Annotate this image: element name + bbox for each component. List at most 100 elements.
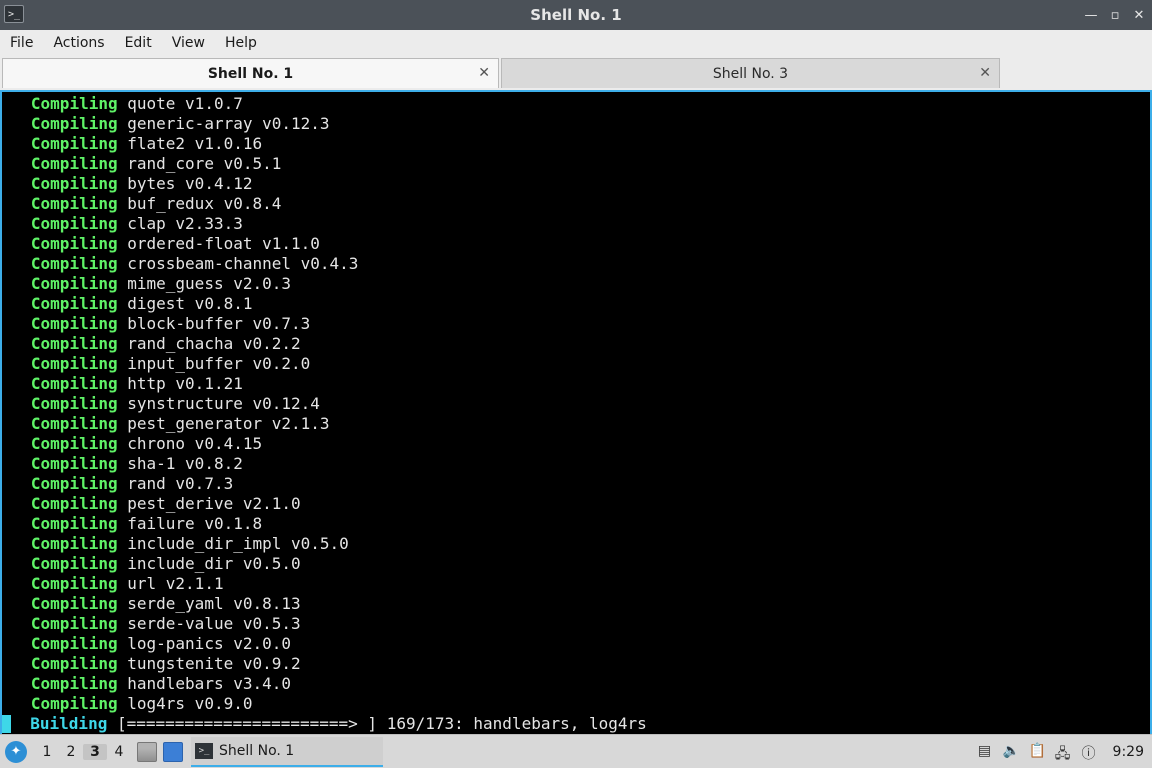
terminal-line: Compiling log4rs v0.9.0: [2, 694, 1150, 714]
compile-status: Compiling: [30, 154, 118, 173]
start-menu-icon[interactable]: ✦: [5, 740, 27, 763]
terminal-line: Compiling log-panics v2.0.0: [2, 634, 1150, 654]
crate-name: crossbeam-channel v0.4.3: [127, 254, 359, 273]
terminal-line: Compiling tungstenite v0.9.2: [2, 654, 1150, 674]
terminal-line: Compiling rand v0.7.3: [2, 474, 1150, 494]
compile-status: Compiling: [30, 334, 118, 353]
menu-actions[interactable]: Actions: [43, 35, 114, 51]
notification-icon[interactable]: ⓘ: [1081, 743, 1097, 762]
crate-name: handlebars v3.4.0: [127, 674, 292, 693]
crate-name: clap v2.33.3: [127, 214, 243, 233]
progress-bar: [=======================> ]: [116, 714, 378, 733]
terminal-line: Compiling ordered-float v1.1.0: [2, 234, 1150, 254]
task-label: Shell No. 1: [219, 742, 295, 759]
volume-icon[interactable]: 🔈: [1003, 743, 1020, 761]
terminal-app-icon[interactable]: >_: [4, 5, 24, 23]
menu-edit[interactable]: Edit: [115, 35, 162, 51]
terminal-line: Compiling bytes v0.4.12: [2, 174, 1150, 194]
terminal-line: Compiling handlebars v3.4.0: [2, 674, 1150, 694]
terminal-line: Compiling flate2 v1.0.16: [2, 134, 1150, 154]
compile-status: Compiling: [30, 394, 118, 413]
crate-name: serde_yaml v0.8.13: [127, 594, 301, 613]
crate-name: tungstenite v0.9.2: [127, 654, 301, 673]
workspace-2[interactable]: 2: [59, 744, 83, 760]
compile-status: Compiling: [30, 234, 118, 253]
minimize-icon[interactable]: —: [1084, 8, 1098, 23]
compile-status: Compiling: [30, 474, 118, 493]
terminal-line: Compiling include_dir v0.5.0: [2, 554, 1150, 574]
crate-name: url v2.1.1: [127, 574, 224, 593]
show-desktop-icon[interactable]: [163, 741, 183, 762]
compile-status: Compiling: [30, 374, 118, 393]
terminal-line: Compiling synstructure v0.12.4: [2, 394, 1150, 414]
terminal-line: Compiling mime_guess v2.0.3: [2, 274, 1150, 294]
tab-shell-3[interactable]: Shell No. 3 ✕: [501, 58, 1000, 88]
menu-bar: File Actions Edit View Help: [0, 30, 1152, 56]
crate-name: include_dir_impl v0.5.0: [127, 534, 349, 553]
tab-close-icon[interactable]: ✕: [979, 65, 991, 81]
compile-status: Compiling: [30, 294, 118, 313]
crate-name: synstructure v0.12.4: [127, 394, 320, 413]
compile-status: Compiling: [30, 354, 118, 373]
window-controls: — ▫ ✕: [1084, 0, 1146, 30]
window-title: Shell No. 1: [530, 6, 622, 24]
menu-view[interactable]: View: [162, 35, 215, 51]
network-icon[interactable]: 🖧: [1055, 743, 1071, 762]
workspace-1[interactable]: 1: [35, 744, 59, 760]
clipboard-icon[interactable]: 📋: [1029, 743, 1046, 761]
terminal-output[interactable]: Compiling quote v1.0.7 Compiling generic…: [0, 90, 1152, 734]
workspace-3[interactable]: 3: [83, 743, 107, 760]
window-titlebar: >_ Shell No. 1 — ▫ ✕: [0, 0, 1152, 30]
build-progress-line: Building [=======================> ] 169…: [2, 714, 1150, 734]
terminal-line: Compiling include_dir_impl v0.5.0: [2, 534, 1150, 554]
crate-name: pest_generator v2.1.3: [127, 414, 330, 433]
system-tray: ▤ 🔈 📋 🖧 ⓘ 9:29: [977, 743, 1152, 762]
compile-status: Compiling: [30, 454, 118, 473]
tab-bar: Shell No. 1 ✕ Shell No. 3 ✕: [0, 56, 1152, 90]
compile-status: Compiling: [30, 134, 118, 153]
terminal-line: Compiling http v0.1.21: [2, 374, 1150, 394]
terminal-line: Compiling digest v0.8.1: [2, 294, 1150, 314]
compile-status: Compiling: [30, 534, 118, 553]
workspace-4[interactable]: 4: [107, 744, 131, 760]
build-status: Building: [30, 714, 108, 733]
crate-name: include_dir v0.5.0: [127, 554, 301, 573]
terminal-line: Compiling buf_redux v0.8.4: [2, 194, 1150, 214]
terminal-line: Compiling serde_yaml v0.8.13: [2, 594, 1150, 614]
compile-status: Compiling: [30, 194, 118, 213]
crate-name: buf_redux v0.8.4: [127, 194, 282, 213]
compile-status: Compiling: [30, 274, 118, 293]
terminal-cursor: [2, 715, 11, 733]
crate-name: mime_guess v2.0.3: [127, 274, 292, 293]
crate-name: block-buffer v0.7.3: [127, 314, 311, 333]
menu-file[interactable]: File: [0, 35, 43, 51]
terminal-line: Compiling rand_chacha v0.2.2: [2, 334, 1150, 354]
compile-status: Compiling: [30, 594, 118, 613]
terminal-line: Compiling input_buffer v0.2.0: [2, 354, 1150, 374]
clock[interactable]: 9:29: [1113, 744, 1144, 760]
crate-name: rand v0.7.3: [127, 474, 234, 493]
terminal-line: Compiling pest_derive v2.1.0: [2, 494, 1150, 514]
taskbar-task-shell[interactable]: >_ Shell No. 1: [191, 736, 383, 767]
taskbar: ✦ 1 2 3 4 >_ Shell No. 1 ▤ 🔈 📋 🖧 ⓘ 9:29: [0, 734, 1152, 768]
tab-label: Shell No. 1: [207, 65, 294, 82]
compile-status: Compiling: [30, 114, 118, 133]
package-icon[interactable]: ▤: [977, 743, 993, 761]
compile-status: Compiling: [30, 254, 118, 273]
terminal-line: Compiling chrono v0.4.15: [2, 434, 1150, 454]
terminal-line: Compiling rand_core v0.5.1: [2, 154, 1150, 174]
crate-name: bytes v0.4.12: [127, 174, 253, 193]
compile-status: Compiling: [30, 674, 118, 693]
file-manager-icon[interactable]: [137, 741, 157, 762]
crate-name: rand_core v0.5.1: [127, 154, 282, 173]
terminal-icon: >_: [195, 742, 213, 759]
progress-text: 169/173: handlebars, log4rs: [386, 714, 647, 733]
crate-name: failure v0.1.8: [127, 514, 263, 533]
close-icon[interactable]: ✕: [1132, 8, 1146, 23]
maximize-icon[interactable]: ▫: [1108, 8, 1122, 23]
crate-name: rand_chacha v0.2.2: [127, 334, 301, 353]
tab-close-icon[interactable]: ✕: [478, 65, 490, 81]
tab-shell-1[interactable]: Shell No. 1 ✕: [2, 58, 499, 88]
menu-help[interactable]: Help: [215, 35, 267, 51]
terminal-line: Compiling quote v1.0.7: [2, 94, 1150, 114]
